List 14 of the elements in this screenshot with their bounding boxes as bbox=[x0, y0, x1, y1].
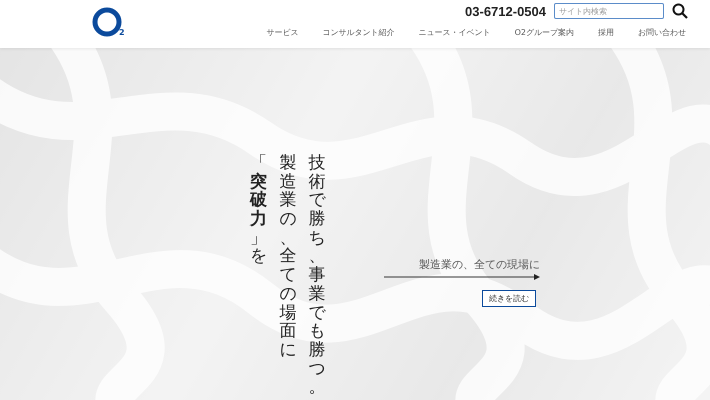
headline-text: 製造業の、全ての場面に bbox=[278, 154, 298, 360]
search-field[interactable]: サイト内検索 bbox=[554, 3, 664, 19]
nav-link[interactable]: O2グループ案内 bbox=[514, 27, 574, 38]
nav-link[interactable]: コンサルタント紹介 bbox=[322, 27, 395, 38]
phone-number: 03-6712-0504 bbox=[465, 4, 546, 18]
headline-text: 技術で勝ち、事業でも勝つ。 bbox=[308, 154, 327, 397]
search-icon[interactable] bbox=[672, 3, 688, 19]
tagline-text: 製造業の、全ての現場に bbox=[418, 257, 540, 272]
nav-link[interactable]: お問い合わせ bbox=[638, 27, 686, 38]
read-more-button[interactable]: 続きを読む bbox=[482, 290, 536, 307]
nav-link[interactable]: ニュース・イベント bbox=[418, 27, 491, 38]
headline-text: 「突破力」を bbox=[248, 154, 268, 266]
nav-link[interactable]: 採用 bbox=[598, 27, 614, 38]
nav-link[interactable]: サービス bbox=[266, 27, 299, 38]
